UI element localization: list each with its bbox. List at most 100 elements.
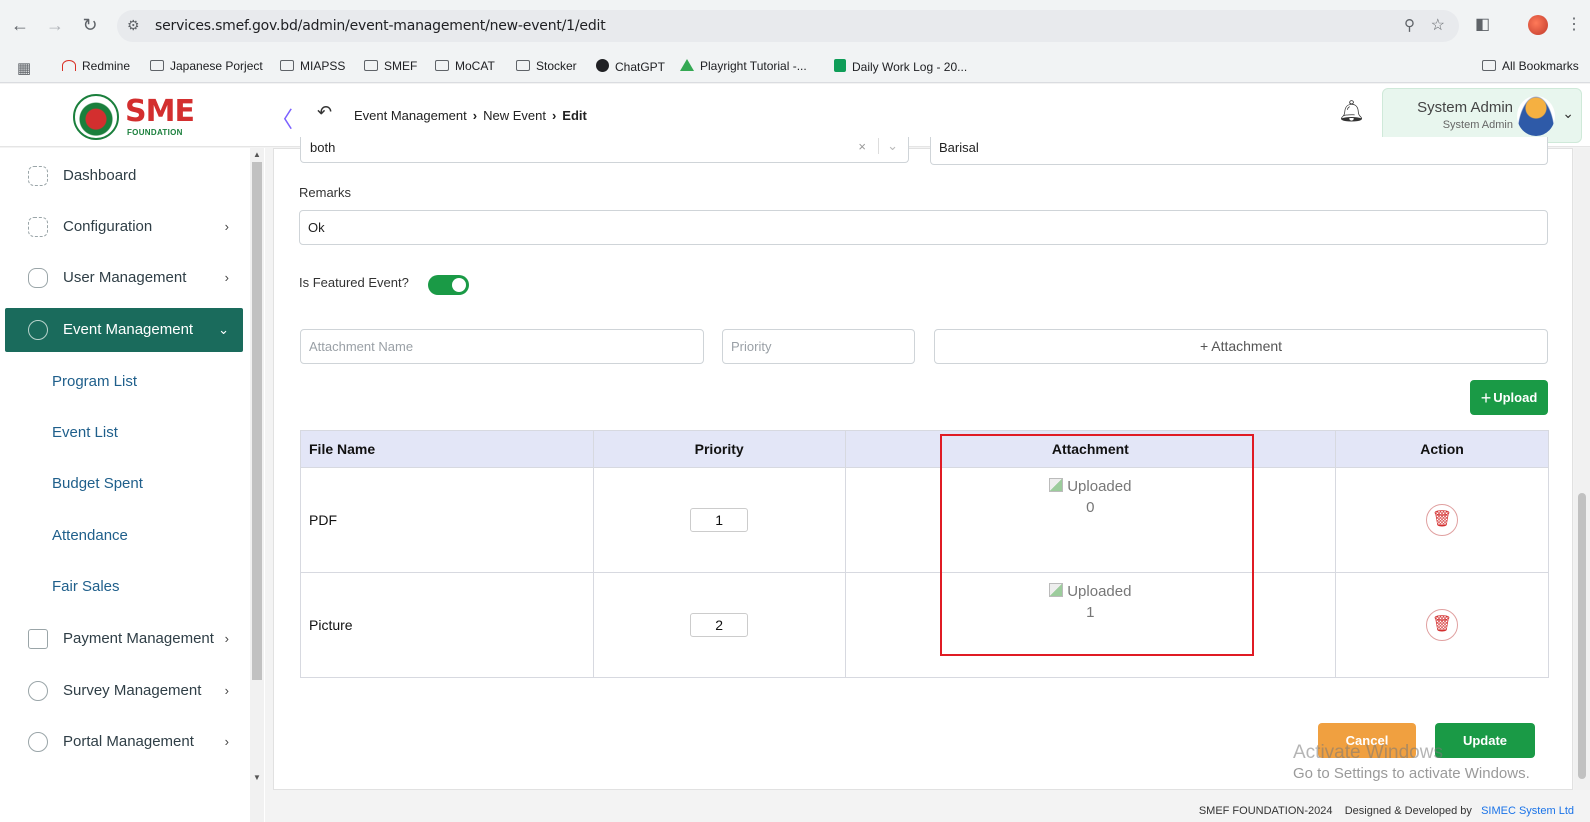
reload-icon[interactable]: ↻ [79,14,101,36]
sidebar-item-label: Event Management [63,321,194,338]
chevron-right-icon: › [472,108,478,123]
footer-copyright: SMEF FOUNDATION-2024 [1198,805,1333,817]
sidebar-item-user-management[interactable]: User Management › [5,256,243,300]
bookmark-stocker[interactable]: Stocker [516,59,577,73]
sidebar-item-dashboard[interactable]: Dashboard [5,154,243,198]
audience-select[interactable]: both × ⌄ [300,137,909,163]
profile-avatar[interactable] [1528,15,1548,35]
browser-toolbar: ← → ↻ ⚙ services.smef.gov.bd/admin/event… [0,0,1590,51]
main-scrollbar[interactable] [1574,148,1590,790]
bookmark-smef[interactable]: SMEF [364,59,417,73]
back-arrow-icon[interactable]: ← [9,14,31,36]
chevron-right-icon: › [224,270,229,285]
add-attachment-button[interactable]: + Attachment [934,329,1548,364]
footer-company-link[interactable]: SIMEC System Ltd [1481,805,1574,817]
scrollbar-thumb[interactable] [252,162,262,680]
cell-priority: 1 [592,467,846,573]
user-menu[interactable]: System Admin System Admin ⌄ [1382,88,1582,143]
breadcrumb-event-management[interactable]: Event Management [354,108,467,123]
zoom-icon[interactable]: ⚲ [1404,16,1415,34]
priority-value-input[interactable]: 2 [690,613,749,637]
url-text: services.smef.gov.bd/admin/event-managem… [155,18,606,34]
update-button[interactable]: Update [1435,723,1535,758]
sidebar-item-event-management[interactable]: Event Management ⌄ [5,308,243,352]
sidebar-subitem-program-list[interactable]: Program List [52,373,137,390]
bookmark-redmine[interactable]: Redmine [62,59,130,73]
sidebar-subitem-event-list[interactable]: Event List [52,424,118,441]
logo-subtext: FOUNDATION [127,128,183,137]
division-field[interactable]: Barisal [930,137,1548,165]
sidebar-scrollbar[interactable]: ▲ ▼ [250,148,264,822]
bookmark-star-icon[interactable]: ☆ [1431,15,1445,35]
collapse-sidebar-icon[interactable]: 〈 [271,102,293,134]
sidebar-subitem-budget-spent[interactable]: Budget Spent [52,475,143,492]
bookmark-label: MIAPSS [300,59,346,73]
bookmark-label: Japanese Porject [170,59,263,73]
priority-input[interactable]: Priority [722,329,915,364]
upload-button[interactable]: + Upload [1470,380,1548,415]
sidebar-item-portal-management[interactable]: Portal Management › [5,720,243,764]
sidebar: Dashboard Configuration › User Managemen… [0,148,265,822]
breadcrumb: Event Management › New Event › Edit [354,108,587,123]
sidebar-item-payment-management[interactable]: Payment Management › [5,617,243,661]
header-priority: Priority [592,430,846,468]
featured-label: Is Featured Event? [299,275,409,290]
bookmark-label: Stocker [536,59,577,73]
sidebar-item-label: Survey Management [63,682,202,699]
cell-file-name: PDF [300,467,594,573]
chevron-right-icon: › [224,219,229,234]
featured-toggle[interactable] [428,275,469,295]
sidebar-subitem-attendance[interactable]: Attendance [52,527,128,544]
folder-icon [435,60,449,71]
avatar [1517,96,1555,136]
attachment-name-input[interactable]: Attachment Name [300,329,704,364]
bookmark-japanese-porject[interactable]: Japanese Porject [150,59,263,73]
clear-icon[interactable]: × [858,139,866,154]
folder-icon [364,60,378,71]
footer-designed-by: Designed & Developed by [1344,805,1472,817]
extensions-icon[interactable]: ◧ [1475,14,1490,34]
bookmarks-bar: ▦ Redmine Japanese Porject MIAPSS SMEF M… [0,51,1590,83]
sidebar-item-label: Payment Management [63,630,214,647]
bookmark-label: MoCAT [455,59,495,73]
smef-logo[interactable]: SME FOUNDATION [73,92,195,140]
breadcrumb-new-event[interactable]: New Event [483,108,546,123]
cell-priority: 2 [592,572,846,678]
forward-arrow-icon[interactable]: → [44,14,66,36]
remarks-input[interactable]: Ok [299,210,1548,245]
delete-button[interactable]: 🗑︎ [1426,609,1459,641]
menu-dots-icon[interactable]: ⋮ [1566,14,1582,34]
apps-grid-icon[interactable]: ▦ [17,59,31,77]
address-bar[interactable]: ⚙ services.smef.gov.bd/admin/event-manag… [117,10,1459,42]
chevron-down-icon[interactable]: ⌄ [878,138,898,154]
bookmark-daily-work-log[interactable]: Daily Work Log - 20... [834,59,967,74]
chevron-right-icon: › [224,683,229,698]
division-value: Barisal [939,140,979,155]
sidebar-subitem-fair-sales[interactable]: Fair Sales [52,578,120,595]
cell-action: 🗑︎ [1335,467,1549,573]
chatgpt-icon [596,59,609,72]
table-header-row: File Name Priority Attachment Action [300,430,1549,468]
bookmark-label: Playright Tutorial -... [700,59,807,73]
notification-bell-icon[interactable]: 🔔︎ [1338,100,1365,124]
priority-value-input[interactable]: 1 [690,508,749,532]
all-bookmarks[interactable]: All Bookmarks [1482,59,1579,73]
sidebar-item-survey-management[interactable]: Survey Management › [5,669,243,713]
undo-back-icon[interactable]: ↶ [317,102,332,123]
bookmark-mocat[interactable]: MoCAT [435,59,495,73]
scrollbar-thumb[interactable] [1578,493,1586,779]
delete-button[interactable]: 🗑︎ [1426,504,1459,536]
scroll-down-icon[interactable]: ▼ [253,773,261,782]
bookmark-miapss[interactable]: MIAPSS [280,59,345,73]
sidebar-item-configuration[interactable]: Configuration › [5,205,243,249]
bookmark-playright[interactable]: Playright Tutorial -... [680,59,807,73]
bookmark-label: Daily Work Log - 20... [852,60,968,74]
survey-pie-icon [28,681,48,701]
audience-value: both [310,140,336,155]
sidebar-item-label: Portal Management [63,733,194,750]
portal-icon [28,732,48,752]
scroll-up-icon[interactable]: ▲ [253,150,261,159]
bookmark-chatgpt[interactable]: ChatGPT [596,59,665,74]
event-icon [28,320,48,340]
site-info-icon[interactable]: ⚙ [127,17,140,34]
